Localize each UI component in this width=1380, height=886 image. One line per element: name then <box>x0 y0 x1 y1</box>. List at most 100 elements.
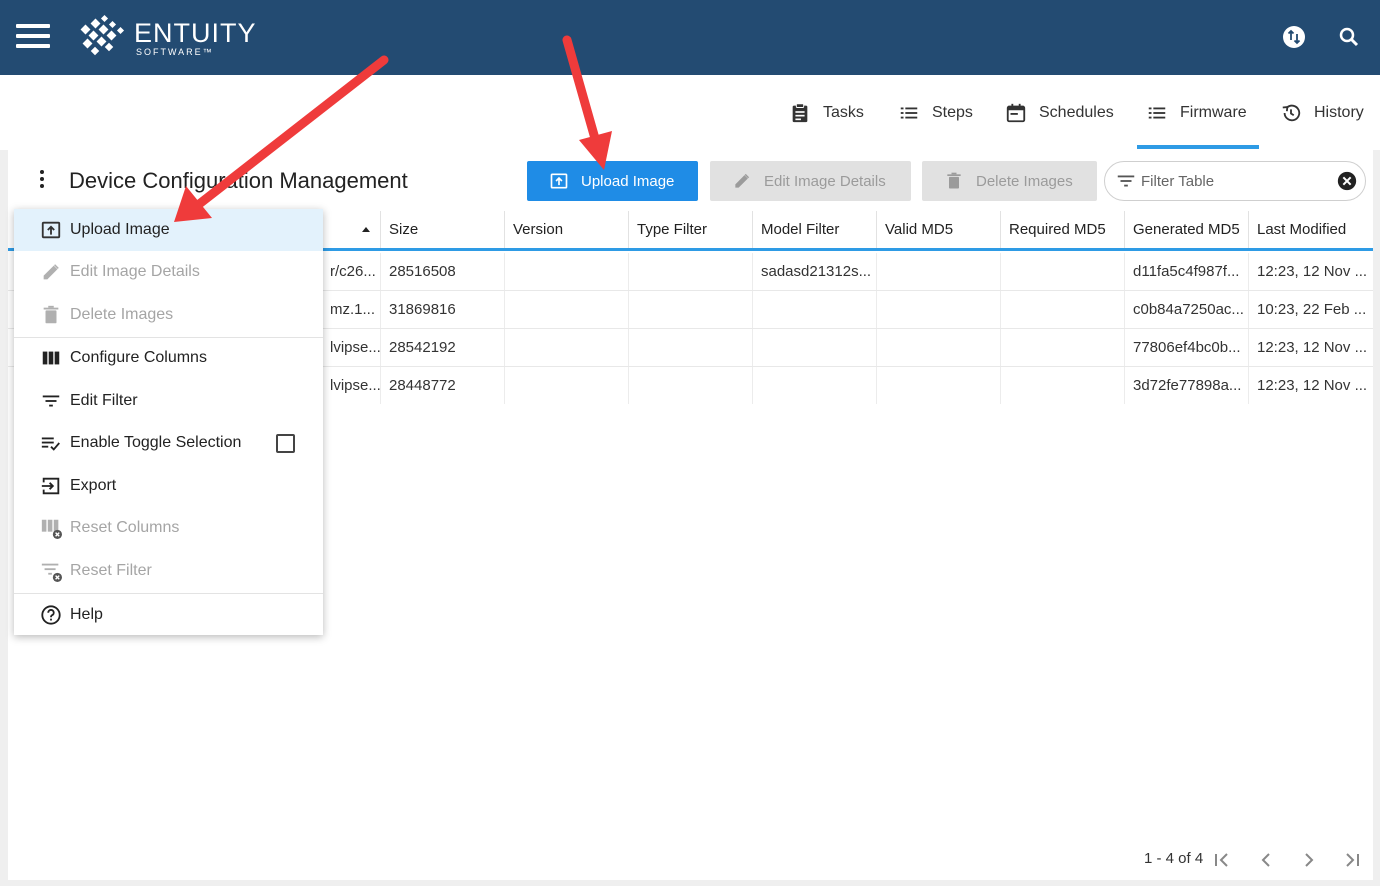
menu-item-edit-image-details[interactable]: Edit Image Details <box>14 251 323 293</box>
next-page-icon[interactable] <box>1299 850 1319 870</box>
filter-table-field[interactable] <box>1104 161 1366 201</box>
previous-page-icon[interactable] <box>1256 850 1276 870</box>
tab-steps-label: Steps <box>932 104 973 121</box>
menu-item-label: Reset Columns <box>70 519 180 536</box>
trash-icon <box>43 305 59 324</box>
cell-version <box>504 367 628 404</box>
more-options-kebab-icon[interactable] <box>38 170 46 192</box>
cell-valid-md5 <box>876 253 1000 290</box>
column-header-version[interactable]: Version <box>504 211 628 248</box>
tab-schedules[interactable]: Schedules <box>1005 100 1114 126</box>
export-icon <box>41 477 60 495</box>
filter-table-input[interactable] <box>1141 172 1321 190</box>
cell-model-filter <box>752 367 876 404</box>
tab-tasks[interactable]: Tasks <box>789 100 864 126</box>
list-icon <box>1148 107 1166 119</box>
cell-required-md5 <box>1000 253 1124 290</box>
cell-valid-md5 <box>876 367 1000 404</box>
cell-last-modified: 10:23, 22 Feb ... <box>1248 291 1373 328</box>
column-header-generated-md5[interactable]: Generated MD5 <box>1124 211 1248 248</box>
clipboard-icon <box>792 103 808 123</box>
cell-generated-md5: c0b84a7250ac... <box>1124 291 1248 328</box>
menu-item-label: Delete Images <box>70 306 174 323</box>
cell-model-filter <box>752 329 876 366</box>
menu-item-reset-columns[interactable]: Reset Columns <box>14 507 323 549</box>
cell-size: 28516508 <box>380 253 504 290</box>
upload-image-button-label: Upload Image <box>581 172 675 190</box>
hamburger-menu-icon[interactable] <box>16 24 50 48</box>
tab-history[interactable]: History <box>1280 100 1364 126</box>
last-page-icon[interactable] <box>1342 850 1362 870</box>
cell-required-md5 <box>1000 291 1124 328</box>
menu-item-label: Configure Columns <box>70 349 207 366</box>
search-icon[interactable] <box>1337 25 1361 49</box>
cell-version <box>504 329 628 366</box>
column-header-last-modified[interactable]: Last Modified <box>1248 211 1373 248</box>
cell-name: lvipse... <box>330 377 380 394</box>
cell-last-modified: 12:23, 12 Nov ... <box>1248 329 1373 366</box>
menu-item-upload-image[interactable]: Upload Image <box>14 209 323 251</box>
cell-model-filter: sadasd21312s... <box>752 253 876 290</box>
column-header-type-filter[interactable]: Type Filter <box>628 211 752 248</box>
cell-type-filter <box>628 291 752 328</box>
cell-type-filter <box>628 253 752 290</box>
cell-valid-md5 <box>876 329 1000 366</box>
cell-last-modified: 12:23, 12 Nov ... <box>1248 253 1373 290</box>
columns-icon <box>42 351 60 365</box>
tab-tasks-label: Tasks <box>823 104 864 121</box>
menu-item-label: Help <box>70 606 103 623</box>
column-header-model-filter[interactable]: Model Filter <box>752 211 876 248</box>
trash-icon <box>947 172 961 189</box>
filter-icon <box>1117 175 1135 187</box>
column-header-required-md5[interactable]: Required MD5 <box>1000 211 1124 248</box>
cell-version <box>504 291 628 328</box>
sync-toggle-icon[interactable] <box>1282 25 1306 49</box>
cell-version <box>504 253 628 290</box>
columns-reset-icon <box>41 519 62 539</box>
menu-item-label: Edit Image Details <box>70 263 200 280</box>
upload-icon <box>41 221 61 239</box>
sort-ascending-icon[interactable] <box>361 225 371 233</box>
column-header-valid-md5[interactable]: Valid MD5 <box>876 211 1000 248</box>
toggle-selection-checkbox[interactable] <box>276 434 295 453</box>
tab-history-label: History <box>1314 104 1364 121</box>
pencil-icon <box>735 173 750 188</box>
delete-images-button[interactable]: Delete Images <box>922 161 1097 201</box>
options-menu: Upload Image Edit Image Details Delete I… <box>14 209 323 635</box>
menu-item-label: Enable Toggle Selection <box>70 434 242 451</box>
tab-firmware-label: Firmware <box>1180 104 1247 121</box>
top-header: ENTUITY SOFTWARE™ <box>0 0 1380 75</box>
filter-icon <box>42 395 60 407</box>
menu-item-edit-filter[interactable]: Edit Filter <box>14 380 323 422</box>
calendar-icon <box>1006 103 1026 123</box>
tab-firmware[interactable]: Firmware <box>1146 100 1247 126</box>
upload-icon <box>550 173 568 189</box>
first-page-icon[interactable] <box>1212 850 1232 870</box>
clear-filter-icon[interactable] <box>1336 170 1358 192</box>
brand-name: ENTUITY <box>134 18 257 48</box>
cell-type-filter <box>628 367 752 404</box>
column-header-size[interactable]: Size <box>380 211 504 248</box>
edit-image-details-button[interactable]: Edit Image Details <box>710 161 911 201</box>
menu-item-enable-toggle-selection[interactable]: Enable Toggle Selection <box>14 422 323 464</box>
upload-image-button[interactable]: Upload Image <box>527 161 698 201</box>
cell-model-filter <box>752 291 876 328</box>
menu-item-help[interactable]: Help <box>14 594 323 636</box>
cell-required-md5 <box>1000 329 1124 366</box>
checklist-icon <box>41 437 60 451</box>
tab-schedules-label: Schedules <box>1039 104 1114 121</box>
tab-steps[interactable]: Steps <box>898 100 973 126</box>
cell-type-filter <box>628 329 752 366</box>
list-icon <box>900 107 918 119</box>
cell-name: r/c26... <box>330 263 376 280</box>
menu-item-reset-filter[interactable]: Reset Filter <box>14 550 323 592</box>
entuity-logo[interactable]: ENTUITY SOFTWARE™ <box>76 14 256 64</box>
cell-required-md5 <box>1000 367 1124 404</box>
cell-name: lvipse... <box>330 339 380 356</box>
menu-item-configure-columns[interactable]: Configure Columns <box>14 337 323 379</box>
menu-item-label: Export <box>70 477 117 494</box>
brand-subtitle: SOFTWARE™ <box>136 47 214 57</box>
menu-item-export[interactable]: Export <box>14 465 323 507</box>
menu-item-delete-images[interactable]: Delete Images <box>14 294 323 336</box>
menu-item-label: Edit Filter <box>70 392 138 409</box>
